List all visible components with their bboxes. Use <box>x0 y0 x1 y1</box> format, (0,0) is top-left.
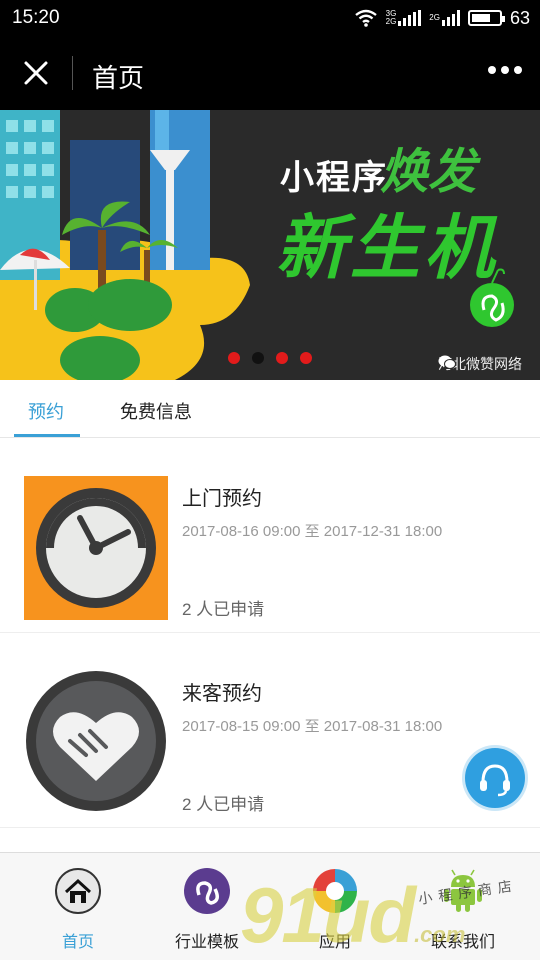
nav-divider <box>72 56 73 90</box>
carousel-indicators <box>228 352 312 364</box>
wifi-icon <box>354 9 377 27</box>
tabbar-label: 首页 <box>61 934 94 951</box>
tab-bar: 预约 免费信息 <box>0 380 540 438</box>
handshake-icon <box>26 671 166 811</box>
carousel-dot[interactable] <box>300 352 312 364</box>
list-item[interactable]: 上门预约 2017-08-16 09:00 至 2017-12-31 18:00… <box>0 438 540 633</box>
page-title: 首页 <box>92 63 145 93</box>
signal-group-2: 2G <box>429 10 460 26</box>
banner-brand: 河北微赞网络 <box>438 354 522 374</box>
banner-headline-main: 新生机 <box>276 209 498 287</box>
battery-icon <box>467 10 505 26</box>
battery-percent: 63 <box>509 7 530 28</box>
customer-service-button[interactable] <box>465 748 525 808</box>
carousel-dot[interactable] <box>276 352 288 364</box>
miniprogram-icon <box>184 868 230 914</box>
home-icon <box>55 868 101 914</box>
tab-free-info[interactable]: 免费信息 <box>120 398 192 424</box>
item-applicant-count: 2 人已申请 <box>182 600 265 619</box>
signal-icon <box>441 10 460 26</box>
nav-bar: 首页 <box>0 36 540 110</box>
more-icon[interactable] <box>488 66 522 74</box>
signal-icon <box>398 10 422 26</box>
banner-carousel[interactable]: 小程序 焕发 新生机 河北微赞网络 <box>0 110 540 380</box>
network-type-label: 2G <box>429 13 440 22</box>
item-applicant-count: 2 人已申请 <box>182 795 265 814</box>
active-tab-indicator <box>14 434 80 437</box>
list-item[interactable]: 来客预约 2017-08-15 09:00 至 2017-08-31 18:00… <box>0 633 540 828</box>
carousel-dot[interactable] <box>228 352 240 364</box>
status-icons: 3G 2G 2G 63 <box>354 6 530 30</box>
item-title: 上门预约 <box>182 488 262 510</box>
carousel-dot[interactable] <box>252 352 264 364</box>
watermark-logo: 91ud.com <box>240 871 466 959</box>
network-type-label: 2G <box>385 17 397 26</box>
close-icon[interactable] <box>18 55 54 91</box>
headset-icon <box>480 764 510 797</box>
item-title: 来客预约 <box>182 683 262 705</box>
status-time: 15:20 <box>12 7 60 28</box>
signal-group-1: 3G 2G <box>386 10 422 26</box>
item-period: 2017-08-15 09:00 至 2017-08-31 18:00 <box>182 718 443 735</box>
status-bar: 15:20 3G 2G 2G 63 <box>0 0 540 36</box>
clock-icon <box>24 476 168 620</box>
tabbar-item-home[interactable]: 首页 <box>23 867 133 952</box>
booking-list: 上门预约 2017-08-16 09:00 至 2017-12-31 18:00… <box>0 438 540 852</box>
item-period: 2017-08-16 09:00 至 2017-12-31 18:00 <box>182 523 443 540</box>
tab-booking[interactable]: 预约 <box>28 398 64 424</box>
wechat-icon <box>438 355 456 369</box>
